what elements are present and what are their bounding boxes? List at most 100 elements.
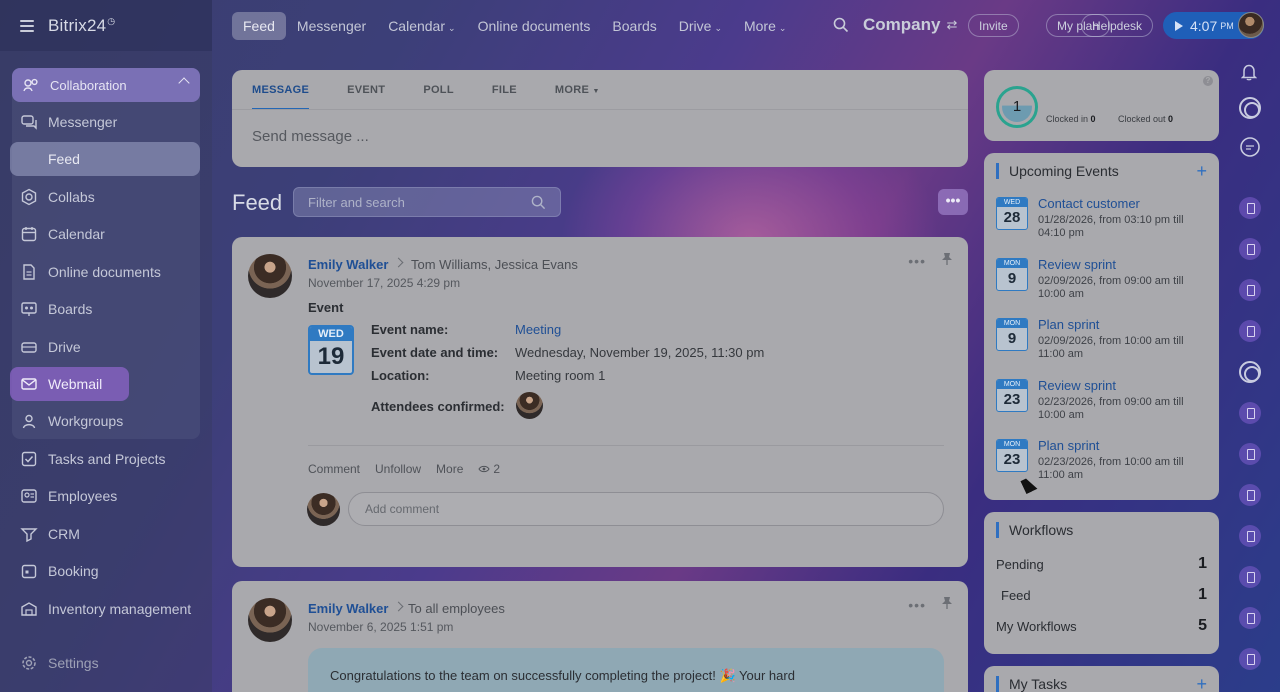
sidebar-item-workgroups[interactable]: Workgroups xyxy=(10,404,200,438)
post-menu-icon[interactable]: ••• xyxy=(908,253,926,269)
topnav-messenger[interactable]: Messenger xyxy=(286,12,377,40)
sidebar-item-webmail[interactable]: Webmail xyxy=(10,367,129,401)
search-icon[interactable] xyxy=(531,195,546,210)
worktime-ring[interactable]: 1 xyxy=(996,86,1038,128)
sidebar-item-drive[interactable]: Drive xyxy=(10,330,200,364)
topnav-online-documents[interactable]: Online documents xyxy=(467,12,602,40)
post-recipients[interactable]: To all employees xyxy=(408,601,505,616)
event-calendar-icon: WED 19 xyxy=(308,325,354,375)
composer-tabs: MESSAGE EVENT POLL FILE MORE ▼ xyxy=(252,84,638,110)
calendar-icon: MON 9 xyxy=(996,258,1028,291)
sidebar-item-booking[interactable]: Booking xyxy=(10,554,200,588)
help-icon[interactable]: ? xyxy=(1203,76,1213,86)
document-icon[interactable] xyxy=(1239,320,1261,342)
sidebar-item-boards[interactable]: Boards xyxy=(10,292,200,326)
post-recipients[interactable]: Tom Williams, Jessica Evans xyxy=(411,257,578,272)
topnav-calendar[interactable]: Calendar ⌄ xyxy=(377,12,466,40)
helpdesk-button[interactable]: Helpdesk xyxy=(1081,14,1154,37)
sidebar-item-feed[interactable]: Feed xyxy=(10,142,200,176)
topnav-drive[interactable]: Drive ⌄ xyxy=(668,12,733,40)
sidebar-item-employees[interactable]: Employees xyxy=(10,479,200,513)
document-icon[interactable] xyxy=(1239,525,1261,547)
comment-link[interactable]: Comment xyxy=(308,462,360,476)
sidebar-item-tasks-and-projects[interactable]: Tasks and Projects xyxy=(10,442,200,476)
chat-icon xyxy=(20,113,38,131)
event-location-value: Meeting room 1 xyxy=(515,368,606,383)
tab-event[interactable]: EVENT xyxy=(347,84,385,110)
sidebar-item-messenger[interactable]: Messenger xyxy=(10,105,200,139)
event-title-link[interactable]: Review sprint xyxy=(1038,378,1116,393)
attendee-avatar[interactable] xyxy=(516,392,543,419)
group-icon xyxy=(20,412,38,430)
topnav-more[interactable]: More ⌄ xyxy=(733,12,797,40)
sidebar-item-collabs[interactable]: Collabs xyxy=(10,180,200,214)
add-comment-input[interactable]: Add comment xyxy=(348,492,944,526)
document-icon[interactable] xyxy=(1239,484,1261,506)
attendees-label: Attendees confirmed: xyxy=(371,399,505,414)
menu-burger-icon[interactable] xyxy=(20,19,34,32)
topnav-boards[interactable]: Boards xyxy=(601,12,667,40)
event-name-link[interactable]: Meeting xyxy=(515,322,561,337)
event-title-link[interactable]: Review sprint xyxy=(1038,257,1116,272)
sidebar-item-online-documents[interactable]: Online documents xyxy=(10,255,200,289)
document-icon[interactable] xyxy=(1239,197,1261,219)
chevron-down-icon: ⌄ xyxy=(448,22,456,33)
pin-icon[interactable] xyxy=(940,596,954,610)
event-title-link[interactable]: Plan sprint xyxy=(1038,438,1099,453)
post-date[interactable]: November 17, 2025 4:29 pm xyxy=(308,276,460,290)
tab-poll[interactable]: POLL xyxy=(423,84,454,110)
document-icon[interactable] xyxy=(1239,443,1261,465)
document-icon[interactable] xyxy=(1239,238,1261,260)
more-link[interactable]: More xyxy=(436,462,463,476)
unfollow-link[interactable]: Unfollow xyxy=(375,462,421,476)
invite-button[interactable]: Invite xyxy=(968,14,1019,37)
chat-bubble-icon[interactable] xyxy=(1239,136,1261,158)
document-icon[interactable] xyxy=(1239,279,1261,301)
workflow-row-my-workflows[interactable]: My Workflows 5 xyxy=(996,617,1207,634)
logo[interactable]: Bitrix24◷ xyxy=(48,16,115,36)
tab-file[interactable]: FILE xyxy=(492,84,517,110)
sidebar-section-collaboration[interactable]: Collaboration xyxy=(12,68,200,102)
sidebar-item-settings[interactable]: Settings xyxy=(10,646,200,680)
copilot-icon[interactable] xyxy=(1239,361,1261,383)
sidebar-item-inventory-management[interactable]: Inventory management xyxy=(10,592,200,626)
chevron-down-icon: ⌄ xyxy=(778,22,787,33)
workflow-row-pending[interactable]: Pending 1 xyxy=(996,555,1207,572)
document-icon[interactable] xyxy=(1239,648,1261,670)
event-time: 02/09/2026, from 10:00 am till 11:00 am xyxy=(1038,335,1184,360)
document-icon xyxy=(20,263,38,281)
author-avatar[interactable] xyxy=(248,254,292,298)
pin-icon[interactable] xyxy=(940,252,954,266)
filter-search-input[interactable]: Filter and search xyxy=(293,187,561,217)
document-icon[interactable] xyxy=(1239,566,1261,588)
company-switcher[interactable]: Company ⇄ xyxy=(863,15,957,35)
event-title-link[interactable]: Contact customer xyxy=(1038,196,1140,211)
search-icon[interactable] xyxy=(833,17,849,33)
tab-message[interactable]: MESSAGE xyxy=(252,84,310,110)
user-avatar[interactable] xyxy=(1238,12,1264,38)
page-title: Feed xyxy=(232,190,283,215)
my-tasks-card: My Tasks + xyxy=(984,666,1219,692)
workflow-row-feed[interactable]: Feed 1 xyxy=(996,586,1207,603)
post-author[interactable]: Emily Walker xyxy=(308,257,388,272)
sidebar-item-calendar[interactable]: Calendar xyxy=(10,217,200,251)
document-icon[interactable] xyxy=(1239,607,1261,629)
calendar-icon: WED 28 xyxy=(996,197,1028,230)
post-menu-icon[interactable]: ••• xyxy=(908,597,926,613)
post-date[interactable]: November 6, 2025 1:51 pm xyxy=(308,620,453,634)
tab-more[interactable]: MORE ▼ xyxy=(555,84,600,110)
document-icon[interactable] xyxy=(1239,402,1261,424)
sidebar-item-crm[interactable]: CRM xyxy=(10,517,200,551)
event-title-link[interactable]: Plan sprint xyxy=(1038,317,1099,332)
feed-more-button[interactable]: ••• xyxy=(938,189,968,215)
copilot-icon[interactable] xyxy=(1239,97,1261,119)
topnav-feed[interactable]: Feed xyxy=(232,11,286,40)
add-task-button[interactable]: + xyxy=(1196,674,1207,692)
author-avatar[interactable] xyxy=(248,598,292,642)
bell-icon[interactable] xyxy=(1241,63,1257,81)
post-body: Congratulations to the team on successfu… xyxy=(308,648,944,692)
add-event-button[interactable]: + xyxy=(1196,161,1207,182)
post-author[interactable]: Emily Walker xyxy=(308,601,388,616)
event-location-label: Location: xyxy=(371,368,430,383)
message-input[interactable]: Send message ... xyxy=(252,128,369,145)
